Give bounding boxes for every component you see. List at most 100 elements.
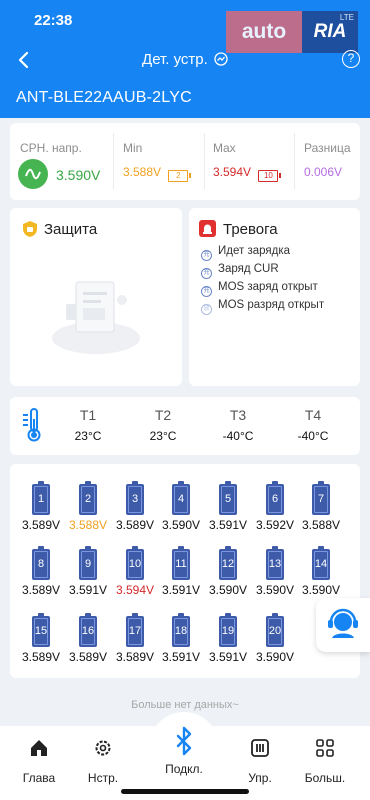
battery-icon: 12 bbox=[219, 546, 237, 580]
divider bbox=[113, 133, 114, 189]
cell-number: 9 bbox=[84, 558, 92, 570]
alarm-icon bbox=[199, 220, 216, 237]
battery-icon: 10 bbox=[126, 546, 144, 580]
cell-number: 10 bbox=[128, 558, 142, 570]
nav-settings-label: Нстр. bbox=[87, 771, 119, 785]
cell-18: 18 3.591V bbox=[158, 613, 204, 672]
app-header: 22:38 auto RIA LTE Дет. устр. ? ANT-BLE2… bbox=[0, 0, 370, 118]
cell-number: 12 bbox=[221, 558, 235, 570]
cell-number: 8 bbox=[37, 558, 45, 570]
home-indicator bbox=[121, 789, 249, 794]
cell-number: 11 bbox=[175, 558, 187, 570]
battery-icon: 20 bbox=[266, 613, 284, 647]
thermometer-icon bbox=[23, 408, 41, 442]
support-button[interactable] bbox=[316, 598, 370, 652]
network-indicator: LTE bbox=[339, 13, 354, 22]
temp-label: T1 bbox=[79, 407, 97, 423]
battery-icon: 18 bbox=[172, 613, 190, 647]
alarm-item: 充 MOS заряд открыт bbox=[201, 281, 324, 299]
home-icon bbox=[31, 740, 47, 756]
cell-number: 15 bbox=[34, 625, 48, 637]
nav-home[interactable]: Глава bbox=[9, 738, 69, 785]
max-voltage-label: Max bbox=[213, 141, 236, 155]
temp-value: 23°C bbox=[149, 429, 177, 443]
nav-settings[interactable]: Нстр. bbox=[73, 738, 133, 785]
temp-label: T3 bbox=[229, 407, 247, 423]
max-cell-badge: 10 bbox=[258, 170, 282, 182]
gear-icon bbox=[95, 740, 111, 756]
cell-number: 14 bbox=[314, 558, 328, 570]
alarm-item: 充 Идет зарядка bbox=[201, 245, 324, 263]
cell-number: 17 bbox=[128, 625, 142, 637]
battery-icon: 11 bbox=[172, 546, 190, 580]
nav-more-label: Больш. bbox=[304, 771, 346, 785]
status-time: 22:38 bbox=[34, 12, 73, 29]
temp-value: 23°C bbox=[74, 429, 102, 443]
avg-voltage-label: СРН. напр. bbox=[20, 141, 82, 155]
min-voltage-text: 3.588V bbox=[123, 165, 162, 179]
cell-1: 1 3.589V bbox=[18, 481, 64, 540]
alarm-item-label: Идет зарядка bbox=[218, 245, 291, 257]
sliders-icon bbox=[251, 739, 269, 757]
help-icon[interactable]: ? bbox=[342, 50, 360, 68]
watermark-logo: auto RIA LTE bbox=[226, 11, 358, 53]
temperature-card: T1 23°C T2 23°C T3 -40°C T4 -40°C bbox=[10, 397, 360, 455]
cell-3: 3 3.589V bbox=[112, 481, 158, 540]
cell-voltage: 3.591V bbox=[161, 650, 201, 664]
cell-7: 7 3.588V bbox=[298, 481, 344, 540]
alarm-title: Тревога bbox=[223, 221, 278, 238]
avg-voltage-value: 3.590V bbox=[56, 167, 101, 183]
cell-voltage: 3.591V bbox=[161, 583, 201, 597]
min-voltage-value: 3.588V 2 bbox=[123, 165, 192, 182]
cell-17: 17 3.589V bbox=[112, 613, 158, 672]
cell-voltage: 3.589V bbox=[21, 650, 61, 664]
cell-number: 16 bbox=[81, 625, 95, 637]
cell-10: 10 3.594V bbox=[112, 546, 158, 605]
charge-badge: 充 bbox=[201, 286, 212, 297]
cell-voltage: 3.589V bbox=[21, 583, 61, 597]
nav-more[interactable]: Больш. bbox=[295, 738, 355, 785]
diff-voltage: Разница bbox=[304, 133, 360, 191]
max-voltage-text: 3.594V bbox=[213, 165, 252, 179]
cell-voltage: 3.590V bbox=[161, 518, 201, 532]
cell-voltage: 3.594V bbox=[115, 583, 155, 597]
battery-icon: 6 bbox=[266, 481, 284, 515]
cell-number: 20 bbox=[268, 625, 282, 637]
cell-16: 16 3.589V bbox=[65, 613, 111, 672]
max-voltage: Max bbox=[213, 133, 293, 191]
cell-voltage: 3.590V bbox=[255, 583, 295, 597]
temp-sensor-t1: T1 23°C bbox=[63, 407, 113, 443]
alarm-card[interactable]: Тревога 充 Идет зарядка 充 Заряд CUR 充 MOS за… bbox=[189, 208, 360, 386]
cell-voltage: 3.591V bbox=[68, 583, 108, 597]
page-title-text: Дет. устр. bbox=[142, 51, 208, 68]
empty-state-illustration bbox=[52, 281, 140, 354]
battery-icon: 15 bbox=[32, 613, 50, 647]
diff-voltage-label: Разница bbox=[304, 141, 351, 155]
nav-control[interactable]: Упр. bbox=[230, 738, 290, 785]
temp-sensor-t2: T2 23°C bbox=[138, 407, 188, 443]
chart-icon[interactable] bbox=[214, 52, 228, 66]
watermark-auto: auto bbox=[226, 11, 302, 53]
protection-card[interactable]: Защита bbox=[10, 208, 182, 386]
divider bbox=[294, 133, 295, 189]
cell-13: 13 3.590V bbox=[252, 546, 298, 605]
cell-20: 20 3.590V bbox=[252, 613, 298, 672]
battery-icon: 17 bbox=[126, 613, 144, 647]
battery-icon: 7 bbox=[312, 481, 330, 515]
battery-icon: 14 bbox=[312, 546, 330, 580]
no-more-data-text: Больше нет данных~ bbox=[131, 699, 239, 711]
bluetooth-icon bbox=[176, 726, 192, 756]
alarm-item-label: Заряд CUR bbox=[218, 263, 279, 275]
page-title: Дет. устр. bbox=[0, 51, 370, 68]
nav-connect[interactable]: Подкл. bbox=[149, 712, 219, 782]
cell-14: 14 3.590V bbox=[298, 546, 344, 605]
battery-icon: 3 bbox=[126, 481, 144, 515]
temp-value: -40°C bbox=[297, 429, 329, 443]
temp-sensor-t3: T3 -40°C bbox=[213, 407, 263, 443]
battery-icon: 1 bbox=[32, 481, 50, 515]
cell-number: 18 bbox=[174, 625, 188, 637]
cell-voltages-card: 1 3.589V 2 3.588V 3 3.589V 4 3.590V 5 3.591V 6 3.59… bbox=[10, 464, 360, 678]
diff-voltage-value: 0.006V bbox=[304, 165, 343, 179]
max-voltage-value: 3.594V 10 bbox=[213, 165, 282, 182]
voltage-summary-card: СРН. напр. 3.590V Min 3.588V 2 Max 3.594… bbox=[10, 123, 360, 200]
